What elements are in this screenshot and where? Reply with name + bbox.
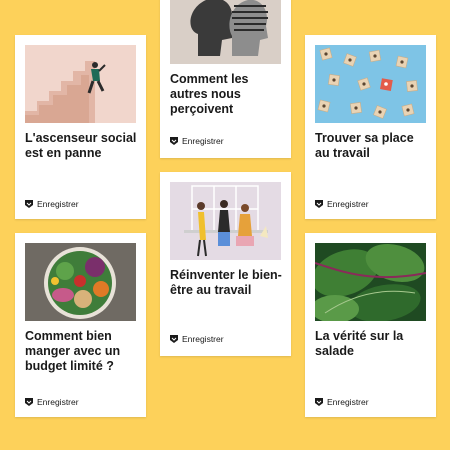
article-title[interactable]: Comment bien manger avec un budget limit…: [25, 329, 138, 374]
article-title[interactable]: L'ascenseur social est en panne: [25, 131, 138, 161]
save-label: Enregistrer: [37, 397, 79, 407]
article-image-spinach[interactable]: [315, 243, 426, 321]
article-card-workplace[interactable]: Trouver sa place au travail Enregistrer: [305, 35, 436, 219]
save-button[interactable]: Enregistrer: [170, 136, 224, 146]
bookmark-icon: [170, 137, 178, 145]
article-card-salad[interactable]: La vérité sur la salade Enregistrer: [305, 233, 436, 417]
article-title[interactable]: La vérité sur la salade: [315, 329, 428, 359]
article-title[interactable]: Réinventer le bien-être au travail: [170, 268, 283, 298]
save-label: Enregistrer: [182, 334, 224, 344]
save-button[interactable]: Enregistrer: [315, 397, 369, 407]
article-image-stairs[interactable]: [25, 45, 136, 123]
article-image-office-people[interactable]: [170, 182, 281, 260]
save-button[interactable]: Enregistrer: [25, 199, 79, 209]
bookmark-icon: [25, 398, 33, 406]
article-image-wooden-blocks[interactable]: [315, 45, 426, 123]
article-card-wellbeing[interactable]: Réinventer le bien-être au travail Enreg…: [160, 172, 291, 356]
article-image-food-bowl[interactable]: [25, 243, 136, 321]
bookmark-icon: [315, 200, 323, 208]
save-button[interactable]: Enregistrer: [25, 397, 79, 407]
save-label: Enregistrer: [182, 136, 224, 146]
article-card-social-elevator[interactable]: L'ascenseur social est en panne Enregist…: [15, 35, 146, 219]
save-button[interactable]: Enregistrer: [315, 199, 369, 209]
article-title[interactable]: Trouver sa place au travail: [315, 131, 428, 161]
save-label: Enregistrer: [327, 397, 369, 407]
save-label: Enregistrer: [37, 199, 79, 209]
bookmark-icon: [170, 335, 178, 343]
bookmark-icon: [315, 398, 323, 406]
article-image-heads[interactable]: [170, 0, 281, 64]
bookmark-icon: [25, 200, 33, 208]
article-title[interactable]: Comment les autres nous perçoivent: [170, 72, 283, 117]
article-card-perception[interactable]: Comment les autres nous perçoivent Enreg…: [160, 0, 291, 158]
article-card-food-budget[interactable]: Comment bien manger avec un budget limit…: [15, 233, 146, 417]
save-label: Enregistrer: [327, 199, 369, 209]
save-button[interactable]: Enregistrer: [170, 334, 224, 344]
